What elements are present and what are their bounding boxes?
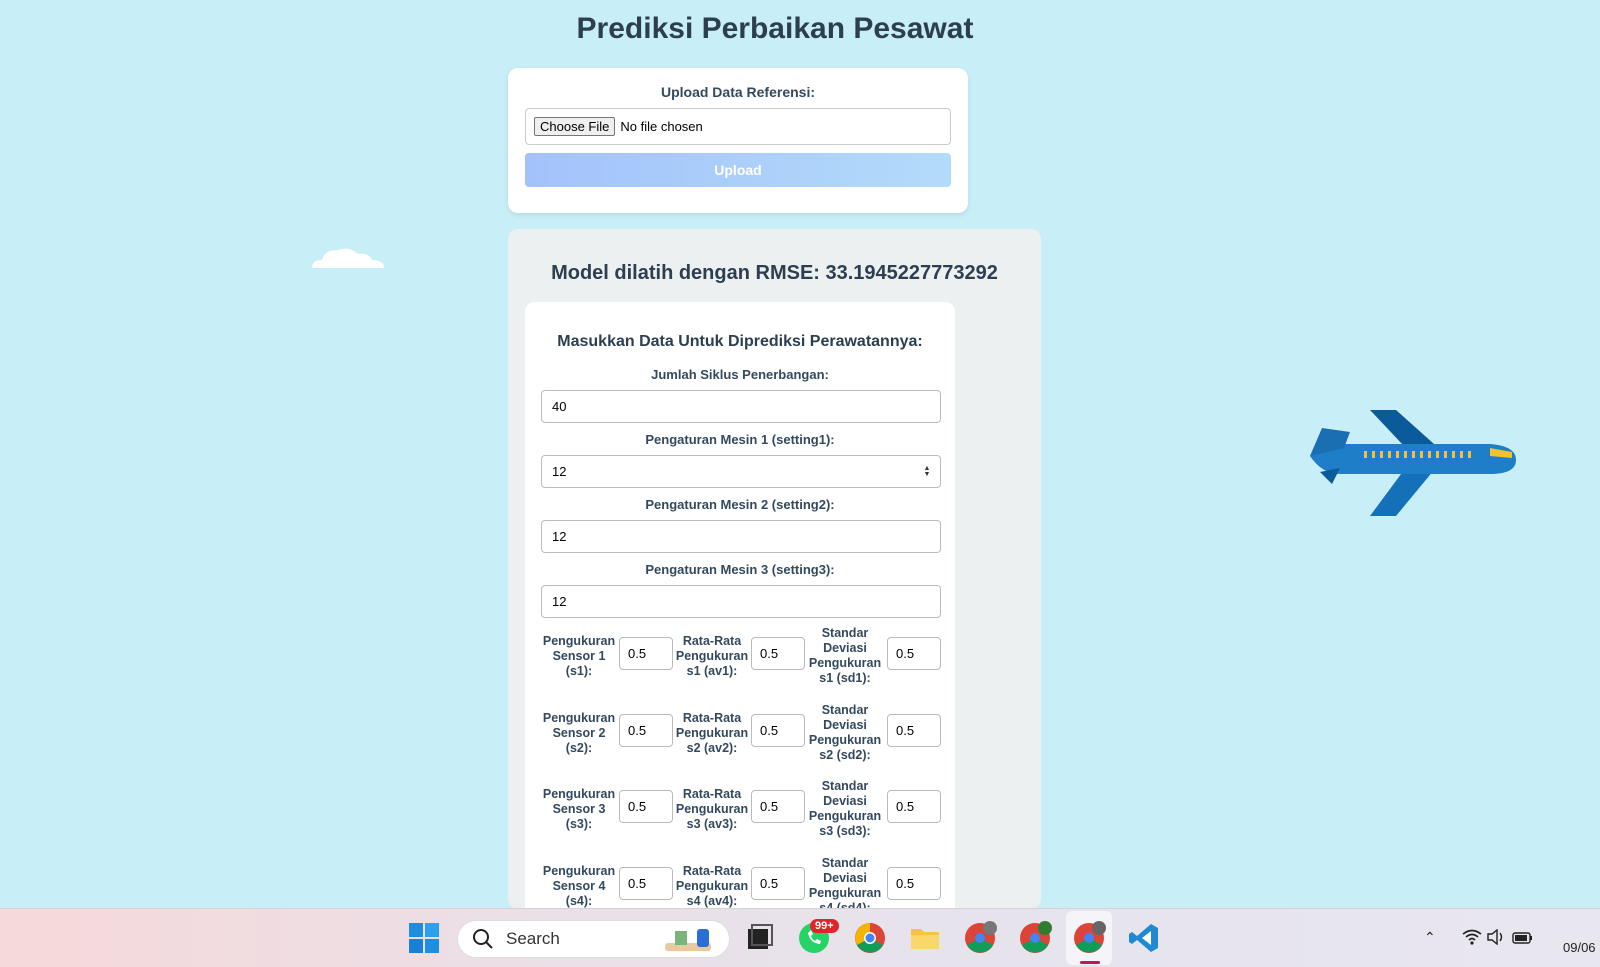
chrome-icon[interactable]: [853, 921, 887, 955]
airplane-icon: [1310, 410, 1516, 516]
stddev-input[interactable]: 0.5: [887, 867, 941, 900]
stddev-label: Standar Deviasi Pengukuran s3 (sd3):: [808, 779, 882, 838]
upload-label: Upload Data Referensi:: [660, 84, 816, 100]
upload-card: Upload Data Referensi: Choose File No fi…: [508, 68, 968, 213]
file-status-text: No file chosen: [620, 119, 703, 134]
setting2-input[interactable]: 12: [541, 520, 941, 553]
setting2-label: Pengaturan Mesin 2 (setting2):: [645, 497, 835, 512]
stddev-input[interactable]: 0.5: [887, 637, 941, 670]
taskbar: Search 99+ ⌃ 09/06: [0, 908, 1600, 967]
sensor-input[interactable]: 0.5: [619, 790, 673, 823]
average-label: Rata-Rata Pengukuran s1 (av1):: [675, 634, 749, 678]
sensor-label: Pengukuran Sensor 3 (s3):: [542, 787, 616, 831]
choose-file-button[interactable]: Choose File: [534, 117, 616, 136]
average-input[interactable]: 0.5: [751, 790, 805, 823]
average-label: Rata-Rata Pengukuran s2 (av2):: [675, 711, 749, 755]
search-icon: [473, 929, 493, 949]
average-input[interactable]: 0.5: [751, 637, 805, 670]
sensor-input[interactable]: 0.5: [619, 637, 673, 670]
sensor-label: Pengukuran Sensor 4 (s4):: [542, 864, 616, 908]
search-highlight-icon: [665, 929, 711, 951]
file-input[interactable]: Choose File No file chosen: [525, 108, 951, 145]
cloud-icon: [312, 248, 384, 268]
file-explorer-icon[interactable]: [908, 921, 942, 955]
stddev-label: Standar Deviasi Pengukuran s1 (sd1):: [808, 626, 882, 685]
average-input[interactable]: 0.5: [751, 714, 805, 747]
average-label: Rata-Rata Pengukuran s3 (av3):: [675, 787, 749, 831]
chrome-profile-icon[interactable]: [963, 921, 997, 955]
prediction-panel: Model dilatih dengan RMSE: 33.1945227773…: [508, 229, 1041, 909]
setting1-value: 12: [552, 464, 567, 479]
prediction-form: Masukkan Data Untuk Diprediksi Perawatan…: [525, 302, 955, 909]
windows-start-icon[interactable]: [407, 921, 441, 955]
cycles-label: Jumlah Siklus Penerbangan:: [651, 367, 829, 382]
chevron-up-icon[interactable]: ⌃: [1424, 929, 1436, 946]
average-input[interactable]: 0.5: [751, 867, 805, 900]
form-title: Masukkan Data Untuk Diprediksi Perawatan…: [557, 333, 923, 350]
active-indicator: [1080, 961, 1100, 964]
stddev-input[interactable]: 0.5: [887, 714, 941, 747]
setting3-label: Pengaturan Mesin 3 (setting3):: [645, 562, 835, 577]
notification-badge: 99+: [810, 919, 839, 933]
rmse-heading: Model dilatih dengan RMSE: 33.1945227773…: [551, 262, 998, 284]
stddev-label: Standar Deviasi Pengukuran s2 (sd2):: [808, 703, 882, 762]
volume-icon[interactable]: [1487, 929, 1505, 945]
upload-button[interactable]: Upload: [525, 153, 951, 187]
task-view-icon[interactable]: [742, 921, 776, 955]
search-placeholder: Search: [506, 929, 560, 948]
vscode-icon[interactable]: [1127, 921, 1161, 955]
chrome-active-icon[interactable]: [1072, 921, 1106, 955]
sensor-input[interactable]: 0.5: [619, 867, 673, 900]
average-label: Rata-Rata Pengukuran s4 (av4):: [675, 864, 749, 908]
spinner-icon[interactable]: ▲ ▼: [922, 465, 932, 478]
stddev-label: Standar Deviasi Pengukuran s4 (sd4):: [808, 856, 882, 909]
chrome-profile-icon[interactable]: [1018, 921, 1052, 955]
setting3-input[interactable]: 12: [541, 585, 941, 618]
wifi-icon[interactable]: [1462, 929, 1482, 945]
sensor-label: Pengukuran Sensor 1 (s1):: [542, 634, 616, 678]
clock-date: 09/06: [1563, 940, 1596, 955]
battery-icon[interactable]: [1512, 929, 1534, 945]
setting1-input[interactable]: 12 ▲ ▼: [541, 455, 941, 488]
setting1-label: Pengaturan Mesin 1 (setting1):: [645, 432, 835, 447]
sensor-input[interactable]: 0.5: [619, 714, 673, 747]
cycles-input[interactable]: 40: [541, 390, 941, 423]
taskbar-search[interactable]: Search: [457, 920, 730, 958]
sensor-label: Pengukuran Sensor 2 (s2):: [542, 711, 616, 755]
stddev-input[interactable]: 0.5: [887, 790, 941, 823]
page-title: Prediksi Perbaikan Pesawat: [576, 12, 974, 45]
